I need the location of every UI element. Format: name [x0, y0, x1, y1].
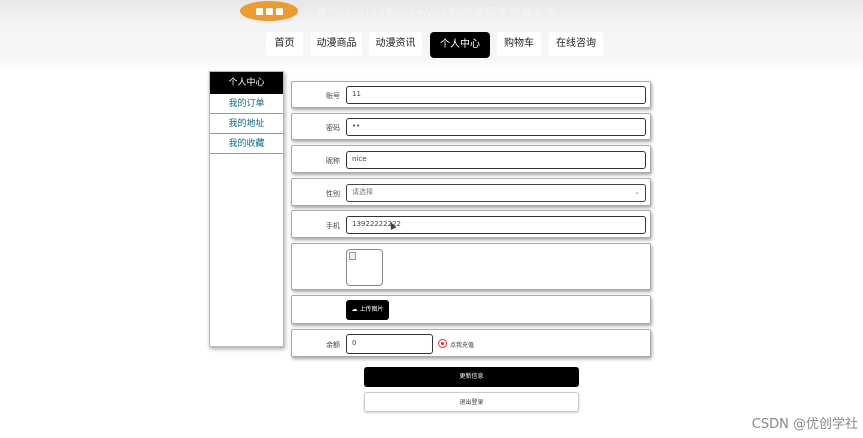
phone-row: 手机 13922222222: [291, 210, 651, 238]
update-info-button[interactable]: 更新信息: [364, 367, 579, 387]
sidebar-item-favorites[interactable]: 我的收藏: [210, 134, 283, 154]
nav-personal-center[interactable]: 个人中心: [430, 32, 490, 58]
balance-input[interactable]: 0: [346, 334, 433, 354]
upload-image-button[interactable]: ☁ 上传图片: [346, 300, 389, 320]
nav-cart[interactable]: 购物车: [497, 32, 541, 56]
recharge-radio[interactable]: [438, 339, 447, 348]
sidebar-title: 个人中心: [210, 72, 283, 94]
sidebar-item-address[interactable]: 我的地址: [210, 114, 283, 134]
main-nav: 首页 动漫商品 动漫资讯 个人中心 购物车 在线咨询: [0, 32, 863, 58]
account-row: 账号 11: [291, 81, 651, 108]
avatar-row: [291, 243, 651, 290]
logout-button[interactable]: 退出登录: [364, 392, 579, 412]
password-label: 密码: [326, 124, 340, 132]
recharge-link[interactable]: 点我充值: [450, 340, 474, 349]
account-input[interactable]: 11: [346, 86, 646, 104]
nav-anime-news[interactable]: 动漫资讯: [369, 32, 422, 56]
cloud-upload-icon: ☁: [351, 306, 358, 313]
broken-image-icon: [349, 252, 356, 260]
nav-anime-goods[interactable]: 动漫商品: [311, 32, 362, 56]
password-input[interactable]: ••: [346, 118, 646, 136]
site-title: 基于 SpringBoot+Vue的动漫周边商城系统: [316, 6, 558, 19]
top-bar: 基于 SpringBoot+Vue的动漫周边商城系统: [0, 0, 863, 22]
sidebar-item-orders[interactable]: 我的订单: [210, 94, 283, 114]
nickname-label: 昵称: [326, 157, 340, 165]
site-logo[interactable]: [240, 1, 298, 21]
sidebar: 个人中心 我的订单 我的地址 我的收藏: [209, 71, 284, 347]
nav-online-consult[interactable]: 在线咨询: [549, 32, 603, 56]
nickname-row: 昵称 nice: [291, 145, 651, 173]
upload-row: ☁ 上传图片: [291, 295, 651, 324]
gender-placeholder: 请选择: [352, 188, 373, 196]
password-row: 密码 ••: [291, 113, 651, 140]
gender-label: 性别: [326, 190, 340, 198]
upload-button-label: 上传图片: [359, 306, 384, 313]
gender-row: 性别 请选择 ⌄: [291, 178, 651, 206]
watermark: CSDN @优创学社: [751, 417, 858, 432]
gender-select[interactable]: 请选择 ⌄: [346, 184, 646, 202]
balance-label: 余额: [326, 341, 340, 349]
avatar-image: [346, 249, 383, 286]
account-label: 账号: [326, 92, 340, 100]
chevron-down-icon: ⌄: [634, 188, 640, 196]
nav-home[interactable]: 首页: [266, 32, 303, 56]
phone-label: 手机: [326, 222, 340, 230]
balance-row: 余额 0 点我充值: [291, 329, 651, 357]
nickname-input[interactable]: nice: [346, 151, 646, 169]
